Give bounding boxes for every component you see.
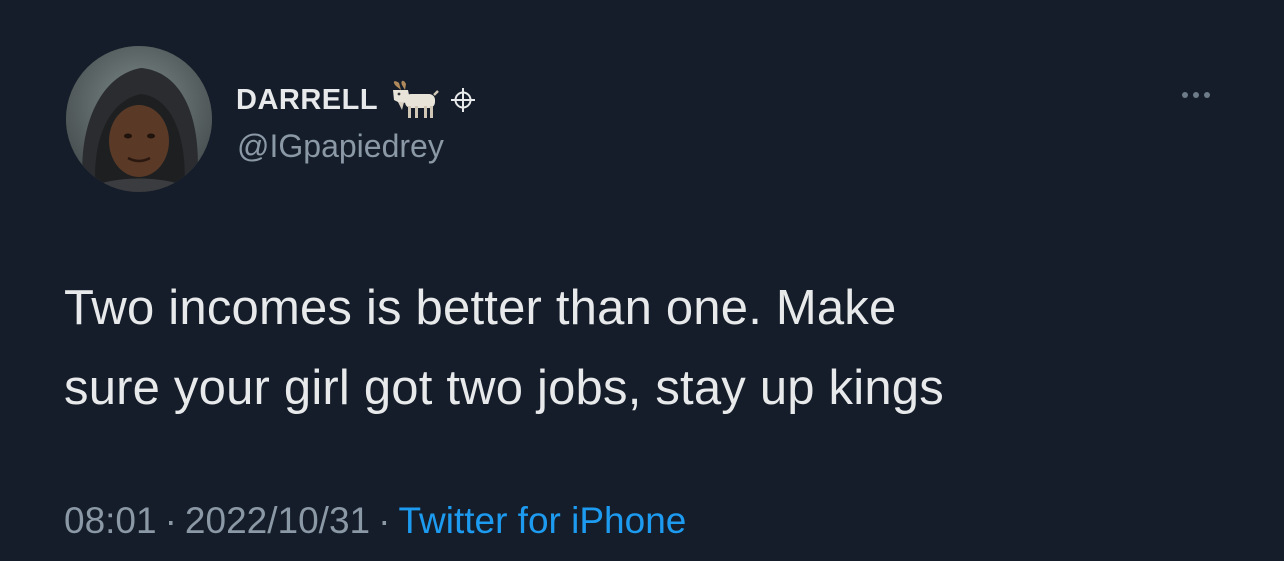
- avatar-photo: [66, 46, 212, 192]
- more-options-button[interactable]: [1170, 80, 1222, 110]
- avatar[interactable]: [66, 46, 212, 192]
- author-name-row[interactable]: DARRELL: [236, 80, 476, 120]
- author-handle[interactable]: @IGpapiedrey: [237, 128, 444, 165]
- tweet-meta: 08:01 · 2022/10/31 · Twitter for iPhone: [64, 500, 686, 542]
- tweet-card: DARRELL @IGpapiedrey Two incomes is bett…: [0, 0, 1284, 561]
- tweet-text-line: sure your girl got two jobs, stay up kin…: [64, 361, 944, 415]
- meta-separator: ·: [378, 500, 391, 541]
- crosshair-symbol-icon: [450, 87, 476, 113]
- more-options-dot: [1193, 92, 1199, 98]
- more-options-icon: [1182, 92, 1188, 98]
- tweet-text: Two incomes is better than one. Make sur…: [64, 268, 1244, 428]
- tweet-source-link[interactable]: Twitter for iPhone: [398, 500, 686, 541]
- more-options-dot: [1204, 92, 1210, 98]
- tweet-time[interactable]: 08:01: [64, 500, 157, 541]
- meta-separator: ·: [164, 500, 177, 541]
- tweet-date[interactable]: 2022/10/31: [185, 500, 370, 541]
- goat-emoji-icon: [388, 80, 440, 120]
- author-display-name[interactable]: DARRELL: [236, 84, 378, 117]
- tweet-text-line: Two incomes is better than one. Make: [64, 281, 897, 335]
